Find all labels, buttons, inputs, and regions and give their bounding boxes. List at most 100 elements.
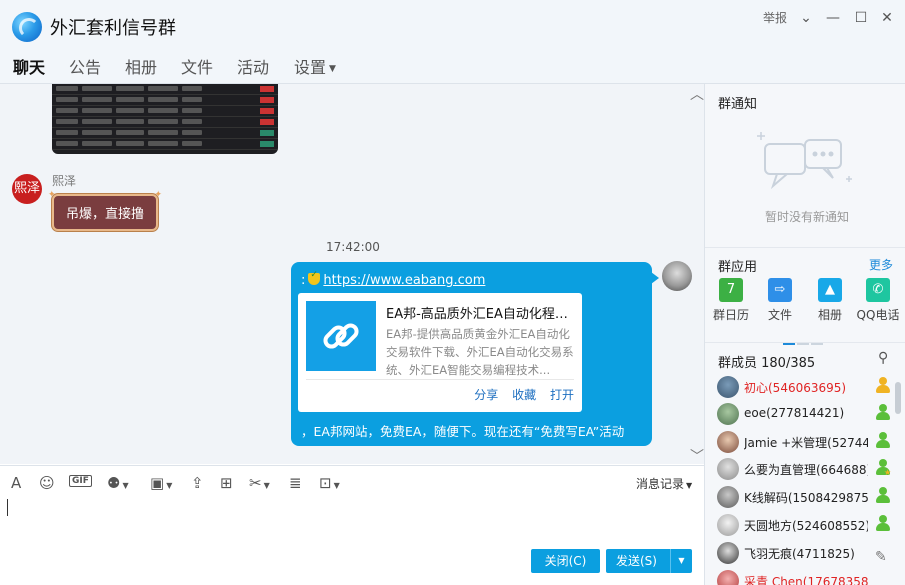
tab-album[interactable]: 相册	[125, 54, 157, 78]
group-logo-icon	[12, 12, 42, 42]
link-preview-card[interactable]: EA邦-高品质外汇EA自动化程序... EA邦-提供高品质黄金外汇EA自动化交易…	[298, 293, 582, 412]
report-link[interactable]: 举报	[763, 9, 787, 26]
picture-icon: ▲	[818, 278, 842, 302]
member-name: 天圆地方(524608552)	[744, 519, 868, 533]
member-item[interactable]: Jamie +米管理(527440)	[717, 429, 891, 455]
message-history-button[interactable]: 消息记录 ▼	[636, 475, 692, 492]
member-item[interactable]: 飞羽无痕(4711825)	[717, 540, 891, 566]
admin-icon: ★	[875, 459, 891, 477]
tab-chat[interactable]: 聊天	[13, 54, 46, 90]
shield-icon	[308, 270, 321, 285]
message-url-link[interactable]: https://www.eabang.com	[323, 273, 485, 288]
member-name: 飞羽无痕(4711825)	[744, 547, 855, 561]
phone-icon: ✆	[866, 278, 890, 302]
divider	[705, 342, 905, 343]
avatar	[717, 403, 739, 425]
gift-icon[interactable]: ⊞	[220, 473, 233, 493]
game-icon[interactable]: ⚉ ▼	[107, 473, 129, 493]
red-packet-icon[interactable]: ≣	[289, 473, 302, 493]
member-name: 初心(546063695)	[744, 381, 847, 395]
divider	[306, 379, 574, 380]
apps-title: 群应用	[718, 260, 758, 275]
member-item[interactable]: K线解码(1508429875)	[717, 484, 891, 510]
send-button[interactable]: 发送(S) ▼	[606, 549, 692, 573]
chat-messages[interactable]: ︿ 熙泽 熙泽 吊爆，直接撸 17:42:00 : https://www.eab…	[0, 84, 704, 464]
chevron-down-icon: ▼	[686, 481, 693, 490]
tab-settings[interactable]: 设置 ▼	[294, 54, 336, 78]
admin-icon	[875, 487, 891, 505]
shared-screenshot-image[interactable]	[52, 84, 278, 154]
minimize-icon[interactable]: —	[823, 8, 843, 28]
member-item[interactable]: 采青 Chen(176783580)	[717, 568, 891, 585]
members-title: 群成员 180/385	[718, 356, 816, 371]
message-bubble: : https://www.eabang.com EA邦-高品质外汇EA自动化程序…	[291, 262, 659, 446]
send-options-chevron-icon[interactable]: ▼	[670, 549, 692, 573]
member-item[interactable]: 么要为直管理(664688) ★	[717, 456, 891, 482]
tab-bar: 聊天 公告 相册 文件 活动 设置 ▼	[0, 44, 905, 90]
message-text: ，EA邦网站，免费EA，随便下。现在还有“免费写EA”活动	[301, 424, 625, 439]
avatar	[717, 542, 739, 564]
apps-pager[interactable]	[783, 334, 825, 348]
image-icon[interactable]: ▣ ▼	[150, 473, 172, 493]
app-qq-phone[interactable]: ✆ QQ电话	[856, 278, 900, 323]
text-cursor	[7, 499, 8, 516]
link-icon	[306, 301, 376, 371]
tab-announcement[interactable]: 公告	[69, 54, 101, 78]
tab-files[interactable]: 文件	[181, 54, 213, 78]
member-name: Jamie +米管理(527440)	[744, 436, 868, 450]
sender-name[interactable]: 熙泽	[52, 172, 76, 189]
scissors-icon[interactable]: ✂ ▼	[249, 473, 270, 493]
close-icon[interactable]: ✕	[877, 8, 897, 28]
open-link[interactable]: 打开	[550, 388, 574, 402]
input-toolbar: A ☺ GIF ⚉ ▼ ▣ ▼ ⇪ ⊞ ✂ ▼ ≣ ⊡ ▼ 消息记录 ▼	[0, 465, 704, 499]
share-link[interactable]: 分享	[474, 388, 498, 402]
avatar	[717, 486, 739, 508]
app-album[interactable]: ▲ 相册	[808, 278, 852, 323]
member-name: eoe(277814421)	[744, 406, 845, 420]
scroll-up-icon[interactable]: ︿	[690, 84, 704, 104]
send-label: 发送(S)	[616, 554, 657, 568]
history-label: 消息记录	[636, 477, 685, 491]
apps-more-link[interactable]: 更多	[869, 256, 893, 273]
app-label: 相册	[817, 308, 842, 322]
member-item[interactable]: 初心(546063695)	[717, 374, 891, 400]
collapse-icon[interactable]: ⌄	[796, 8, 816, 28]
favorite-link[interactable]: 收藏	[512, 388, 536, 402]
edit-icon[interactable]: ✎	[875, 549, 887, 565]
avatar	[717, 376, 739, 398]
maximize-icon[interactable]: ☐	[851, 8, 871, 28]
upload-icon[interactable]: ⇪	[191, 473, 204, 493]
close-button[interactable]: 关闭(C)	[531, 549, 600, 573]
group-sidebar: 群通知 暂时没有新通知 群应用 更多 7 群日历 ⇨ 文件 ▲ 相册 ✆ QQ电…	[705, 84, 905, 585]
avatar	[717, 431, 739, 453]
member-name: K线解码(1508429875)	[744, 491, 868, 505]
app-calendar[interactable]: 7 群日历	[709, 278, 753, 323]
search-icon[interactable]: ⚲	[878, 350, 888, 366]
avatar	[717, 514, 739, 536]
tab-activity[interactable]: 活动	[237, 54, 269, 78]
gif-icon[interactable]: GIF	[69, 475, 92, 487]
avatar[interactable]	[662, 261, 692, 291]
title-bar: 外汇套利信号群 举报 ⌄ — ☐ ✕	[0, 0, 905, 44]
more-icon[interactable]: ⊡ ▼	[319, 473, 340, 493]
notice-title: 群通知	[718, 97, 758, 112]
folder-icon: ⇨	[768, 278, 792, 302]
scroll-down-icon[interactable]: ﹀	[690, 446, 704, 464]
calendar-icon: 7	[719, 278, 743, 302]
emoji-icon[interactable]: ☺	[39, 473, 55, 493]
card-actions: 分享 收藏 打开	[464, 386, 574, 403]
message-input[interactable]: 关闭(C) 发送(S) ▼	[0, 499, 704, 585]
member-item[interactable]: eoe(277814421)	[717, 401, 891, 427]
app-files[interactable]: ⇨ 文件	[758, 278, 802, 323]
link-prefix: :	[301, 273, 306, 288]
card-description: EA邦-提供高品质黄金外汇EA自动化交易软件下载、外汇EA自动化交易系统、外汇E…	[386, 327, 574, 377]
app-label: QQ电话	[856, 308, 900, 322]
members-scrollbar[interactable]	[895, 382, 901, 414]
font-icon[interactable]: A	[11, 473, 21, 493]
admin-icon	[875, 432, 891, 450]
member-name: 么要为直管理(664688)	[744, 463, 868, 477]
avatar[interactable]: 熙泽	[12, 174, 42, 204]
member-item[interactable]: 天圆地方(524608552)	[717, 512, 891, 538]
card-title: EA邦-高品质外汇EA自动化程序...	[386, 307, 576, 322]
admin-icon	[875, 515, 891, 533]
